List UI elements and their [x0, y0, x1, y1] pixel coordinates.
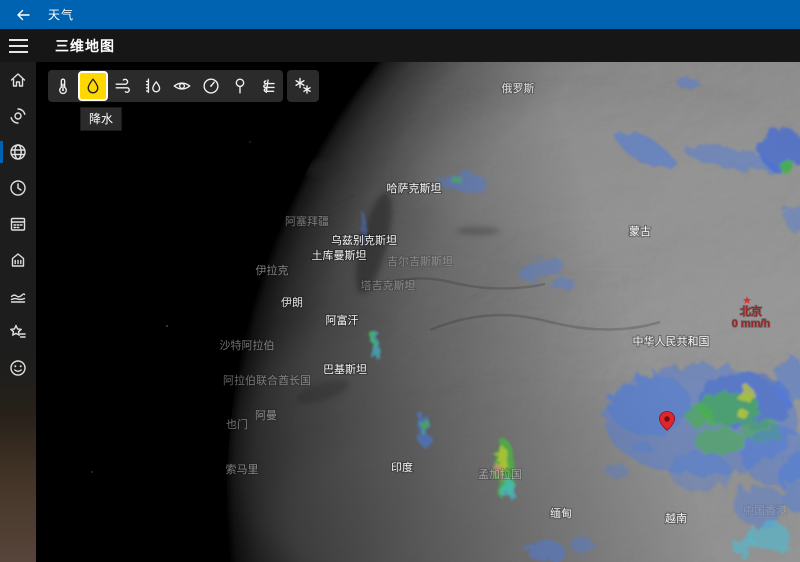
map-label: 伊朗	[281, 296, 303, 309]
building-icon	[8, 250, 28, 270]
trend-chart-icon	[8, 286, 28, 306]
layer-visibility-button[interactable]	[167, 70, 196, 102]
app-title: 天气	[48, 6, 74, 23]
back-button[interactable]	[0, 0, 46, 29]
home-icon	[8, 70, 28, 90]
wind-icon	[113, 75, 135, 97]
map-label: 伊拉克	[256, 263, 289, 277]
map-label: 吉尔吉斯斯坦	[387, 254, 453, 268]
visibility-eye-icon	[171, 75, 193, 97]
map-label: 阿拉伯联合酋长国	[223, 373, 311, 387]
map-label: 索马里	[226, 462, 259, 476]
layer-precipitation-button[interactable]	[78, 71, 108, 101]
star-speck	[166, 325, 168, 327]
sidebar-nav	[0, 62, 36, 562]
raindrop-icon	[82, 75, 104, 97]
star-speck	[249, 141, 250, 142]
layer-wind-button[interactable]	[109, 70, 138, 102]
snow-layer-button[interactable]	[287, 70, 319, 102]
weather-app-window: 俄罗斯 哈萨克斯坦 阿塞拜疆 乌兹别克斯坦 土库曼斯坦 吉尔吉斯斯坦 伊拉克 塔…	[0, 0, 800, 562]
sidebar-item-hourly[interactable]	[0, 170, 36, 206]
globe-3d-icon	[8, 142, 28, 162]
map-label: 阿曼	[255, 409, 277, 422]
sidebar-item-home[interactable]	[0, 62, 36, 98]
map-label: 乌兹别克斯坦	[331, 233, 397, 247]
map-label: 蒙古	[629, 225, 651, 238]
layer-pressure-button[interactable]	[196, 70, 225, 102]
layer-temperature-button[interactable]	[48, 70, 77, 102]
sidebar-item-3d-map[interactable]	[0, 134, 36, 170]
sidebar-item-monthly[interactable]	[0, 206, 36, 242]
beijing-label: 北京	[740, 304, 762, 318]
map-label: 中华人民共和国	[633, 334, 710, 348]
hamburger-icon	[9, 39, 28, 41]
menu-button[interactable]	[0, 29, 36, 62]
calendar-icon	[8, 214, 28, 234]
back-arrow-icon	[15, 7, 31, 23]
map-label: 俄罗斯	[502, 82, 535, 95]
pressure-gauge-icon	[200, 75, 222, 97]
jet-stream-icon	[258, 75, 280, 97]
layer-humidity-button[interactable]	[138, 70, 167, 102]
hurricane-icon	[8, 106, 28, 126]
star-list-icon	[8, 322, 28, 342]
thermometer-icon	[52, 75, 74, 97]
sidebar-item-history[interactable]	[0, 278, 36, 314]
layer-toolbar	[48, 70, 283, 102]
app-header: 三维地图	[0, 29, 800, 62]
map-label: 阿塞拜疆	[285, 214, 329, 228]
clock-icon	[8, 178, 28, 198]
map-label: 中国香港	[743, 504, 787, 517]
snowflakes-icon	[291, 74, 315, 98]
layer-tooltip: 降水	[80, 107, 122, 131]
title-bar: 天气	[0, 0, 800, 29]
map-label: 塔吉克斯坦	[361, 278, 416, 292]
layer-jet-stream-button[interactable]	[254, 70, 283, 102]
map-label: 越南	[665, 511, 687, 525]
map-label: 沙特阿拉伯	[220, 338, 275, 352]
map-label: 哈萨克斯坦	[387, 181, 442, 195]
map-label: 巴基斯坦	[323, 362, 367, 376]
sidebar-item-feedback[interactable]	[0, 350, 36, 386]
humidity-icon	[142, 75, 164, 97]
smiley-icon	[8, 358, 28, 378]
beijing-precip-value: 0 mm/h	[732, 318, 771, 330]
page-title: 三维地图	[55, 36, 115, 56]
map-label: 孟加拉国	[478, 467, 522, 481]
sidebar-item-life[interactable]	[0, 242, 36, 278]
sidebar-item-radar[interactable]	[0, 98, 36, 134]
star-speck	[91, 471, 92, 472]
map-label: 土库曼斯坦	[312, 248, 367, 262]
dew-point-icon	[229, 75, 251, 97]
sidebar-item-favorites[interactable]	[0, 314, 36, 350]
map-label: 阿富汗	[326, 313, 359, 327]
map-label: 也门	[226, 417, 248, 431]
map-label: 印度	[391, 460, 413, 474]
layer-dew-point-button[interactable]	[225, 70, 254, 102]
map-label: 缅甸	[550, 506, 572, 520]
